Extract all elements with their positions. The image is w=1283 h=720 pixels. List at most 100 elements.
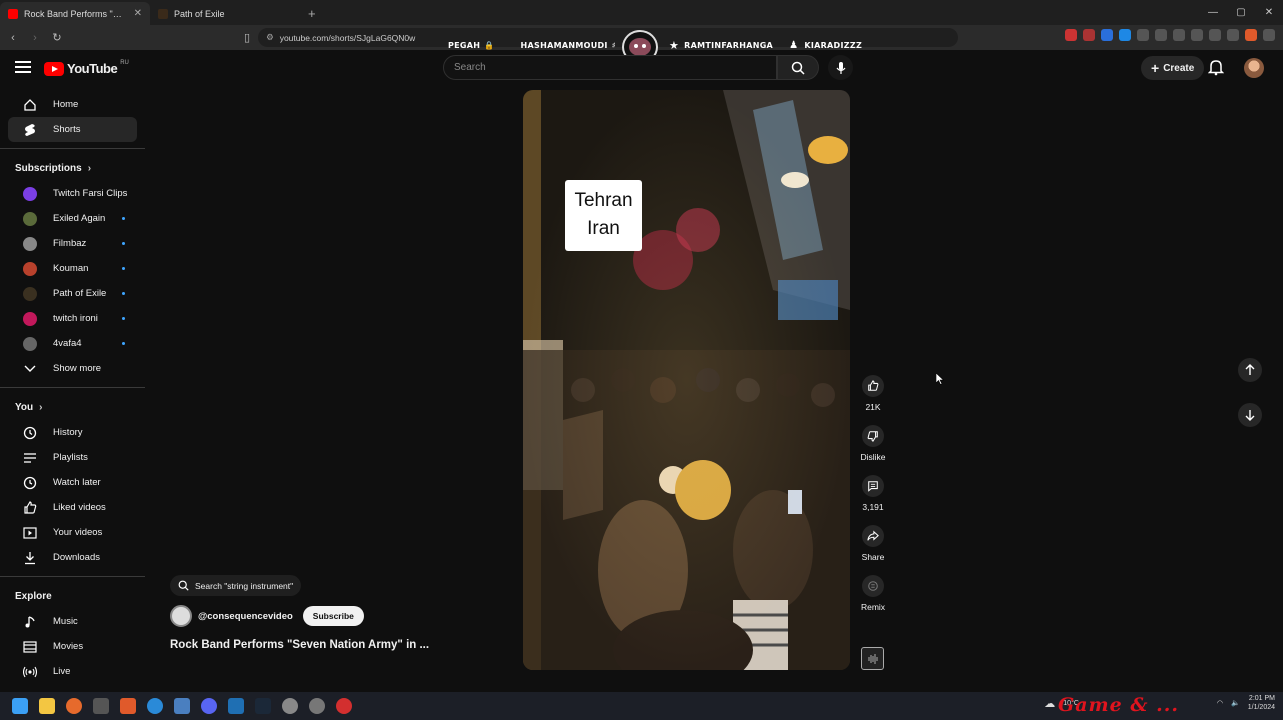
voice-search-button[interactable] <box>828 55 853 80</box>
site-info-icon[interactable]: ⚙ <box>266 32 274 43</box>
sidebar-item-kouman[interactable]: Kouman <box>8 256 137 281</box>
dislike-label: Dislike <box>860 452 886 462</box>
weather-icon[interactable]: ☁ <box>1044 697 1055 710</box>
tab-rock-band[interactable]: Rock Band Performs "Seven N ✕ <box>0 2 150 25</box>
extension-icon[interactable] <box>1191 29 1203 41</box>
you-title: You <box>15 401 34 413</box>
file-explorer-icon[interactable] <box>39 698 55 714</box>
app-icon[interactable] <box>147 698 163 714</box>
discord-icon[interactable] <box>201 698 217 714</box>
short-title[interactable]: Rock Band Performs "Seven Nation Army" i… <box>170 639 429 651</box>
sidebar-item-label: Path of Exile <box>53 288 107 299</box>
explore-title: Explore <box>15 590 52 602</box>
related-search-chip[interactable]: Search "string instrument" <box>170 575 302 596</box>
sidebar-item-history[interactable]: History <box>8 420 137 445</box>
channel-avatar <box>23 261 37 276</box>
maximize-icon[interactable]: ▢ <box>1227 0 1255 25</box>
remix-button[interactable]: Remix <box>858 575 888 612</box>
like-button[interactable]: 21K <box>858 375 888 412</box>
extension-icon[interactable] <box>1209 29 1221 41</box>
tab-path-of-exile[interactable]: Path of Exile <box>150 2 300 25</box>
sidebar-item-label: Downloads <box>53 552 100 563</box>
previous-short-button[interactable] <box>1238 358 1262 382</box>
thumbs-down-icon <box>862 425 884 447</box>
sidebar-item-movies[interactable]: Movies <box>8 634 137 659</box>
brave-icon[interactable] <box>120 698 136 714</box>
sidebar-item-filmbaz[interactable]: Filmbaz <box>8 231 137 256</box>
extension-icon[interactable] <box>1119 29 1131 41</box>
sidebar-item-shorts[interactable]: Shorts <box>8 117 137 142</box>
channel-avatar[interactable] <box>170 605 192 627</box>
settings-icon[interactable] <box>309 698 325 714</box>
sidebar-item-4vafa4[interactable]: 4vafa4 <box>8 331 137 356</box>
sidebar-item-music[interactable]: Music <box>8 609 137 634</box>
dislike-button[interactable]: Dislike <box>858 425 888 462</box>
create-button[interactable]: + Create <box>1141 56 1205 80</box>
notifications-button[interactable] <box>1207 58 1225 79</box>
back-icon[interactable]: ‹ <box>4 32 22 44</box>
youtube-logo[interactable]: YouTube RU <box>44 60 129 76</box>
clock[interactable]: 2:01 PM 1/1/2024 <box>1248 694 1275 712</box>
sidebar-item-live[interactable]: Live <box>8 659 137 684</box>
extension-icon[interactable] <box>1137 29 1149 41</box>
subscribe-button[interactable]: Subscribe <box>302 606 364 626</box>
hamburger-menu-icon[interactable] <box>15 61 31 75</box>
search-input[interactable]: Search <box>443 55 777 80</box>
extension-icon[interactable] <box>1227 29 1239 41</box>
sidebar-item-home[interactable]: Home <box>8 92 137 117</box>
vscode-icon[interactable] <box>228 698 244 714</box>
you-heading[interactable]: You › <box>0 394 145 420</box>
star-icon: ★ <box>669 38 680 52</box>
steam-icon[interactable] <box>255 698 271 714</box>
subscriptions-heading[interactable]: Subscriptions › <box>0 155 145 181</box>
sound-thumbnail[interactable] <box>861 647 884 670</box>
firefox-icon[interactable] <box>66 698 82 714</box>
volume-icon[interactable]: 🔈 <box>1231 699 1240 707</box>
app-icon[interactable] <box>282 698 298 714</box>
sidebar-item-exiled-again[interactable]: Exiled Again <box>8 206 137 231</box>
next-short-button[interactable] <box>1238 403 1262 427</box>
browser-tab-bar: Rock Band Performs "Seven N ✕ Path of Ex… <box>0 0 1283 25</box>
menu-icon[interactable] <box>1263 29 1275 41</box>
sidebar-item-twitch-ironi[interactable]: twitch ironi <box>8 306 137 331</box>
sidebar-item-twitch-farsi-clips[interactable]: Twitch Farsi Clips <box>8 181 137 206</box>
comments-button[interactable]: 3,191 <box>858 475 888 512</box>
sidebar-item-playlists[interactable]: Playlists <box>8 445 137 470</box>
bookmark-icon[interactable]: ▯ <box>244 31 250 44</box>
sidebar-item-watch-later[interactable]: Watch later <box>8 470 137 495</box>
app-icon[interactable] <box>174 698 190 714</box>
new-tab-button[interactable]: + <box>300 6 324 25</box>
forward-icon[interactable]: › <box>26 32 44 44</box>
clock-time: 2:01 PM <box>1248 695 1275 702</box>
search-icon <box>178 580 189 591</box>
subscriptions-title: Subscriptions <box>15 162 82 174</box>
close-tab-icon[interactable]: ✕ <box>134 8 142 19</box>
channel-avatar <box>23 211 37 226</box>
sidebar-item-path-of-exile[interactable]: Path of Exile <box>8 281 137 306</box>
minimize-icon[interactable]: — <box>1199 0 1227 25</box>
remix-icon <box>862 575 884 597</box>
divider <box>0 387 145 388</box>
channel-handle[interactable]: @consequencevideo <box>198 611 293 622</box>
extension-icon[interactable] <box>1101 29 1113 41</box>
reload-icon[interactable]: ↻ <box>48 31 66 44</box>
sidebar-item-liked-videos[interactable]: Liked videos <box>8 495 137 520</box>
app-icon[interactable] <box>336 698 352 714</box>
share-button[interactable]: Share <box>858 525 888 562</box>
windows-start-icon[interactable] <box>12 698 28 714</box>
extension-icon[interactable] <box>1083 29 1095 41</box>
extension-icon[interactable] <box>1173 29 1185 41</box>
terminal-icon[interactable] <box>93 698 109 714</box>
sidebar-item-label: Kouman <box>53 263 89 274</box>
wifi-icon[interactable]: ◠ <box>1217 699 1223 707</box>
extension-icon[interactable] <box>1065 29 1077 41</box>
sidebar-item-your-videos[interactable]: Your videos <box>8 520 137 545</box>
brave-shield-icon[interactable] <box>1245 29 1257 41</box>
account-avatar[interactable] <box>1244 58 1264 78</box>
sidebar-item-downloads[interactable]: Downloads <box>8 545 137 570</box>
show-more-button[interactable]: Show more <box>8 356 137 381</box>
extension-icon[interactable] <box>1155 29 1167 41</box>
shorts-video-player[interactable]: Tehran Iran <box>523 90 850 670</box>
search-button[interactable] <box>777 55 819 80</box>
close-window-icon[interactable]: ✕ <box>1255 0 1283 25</box>
